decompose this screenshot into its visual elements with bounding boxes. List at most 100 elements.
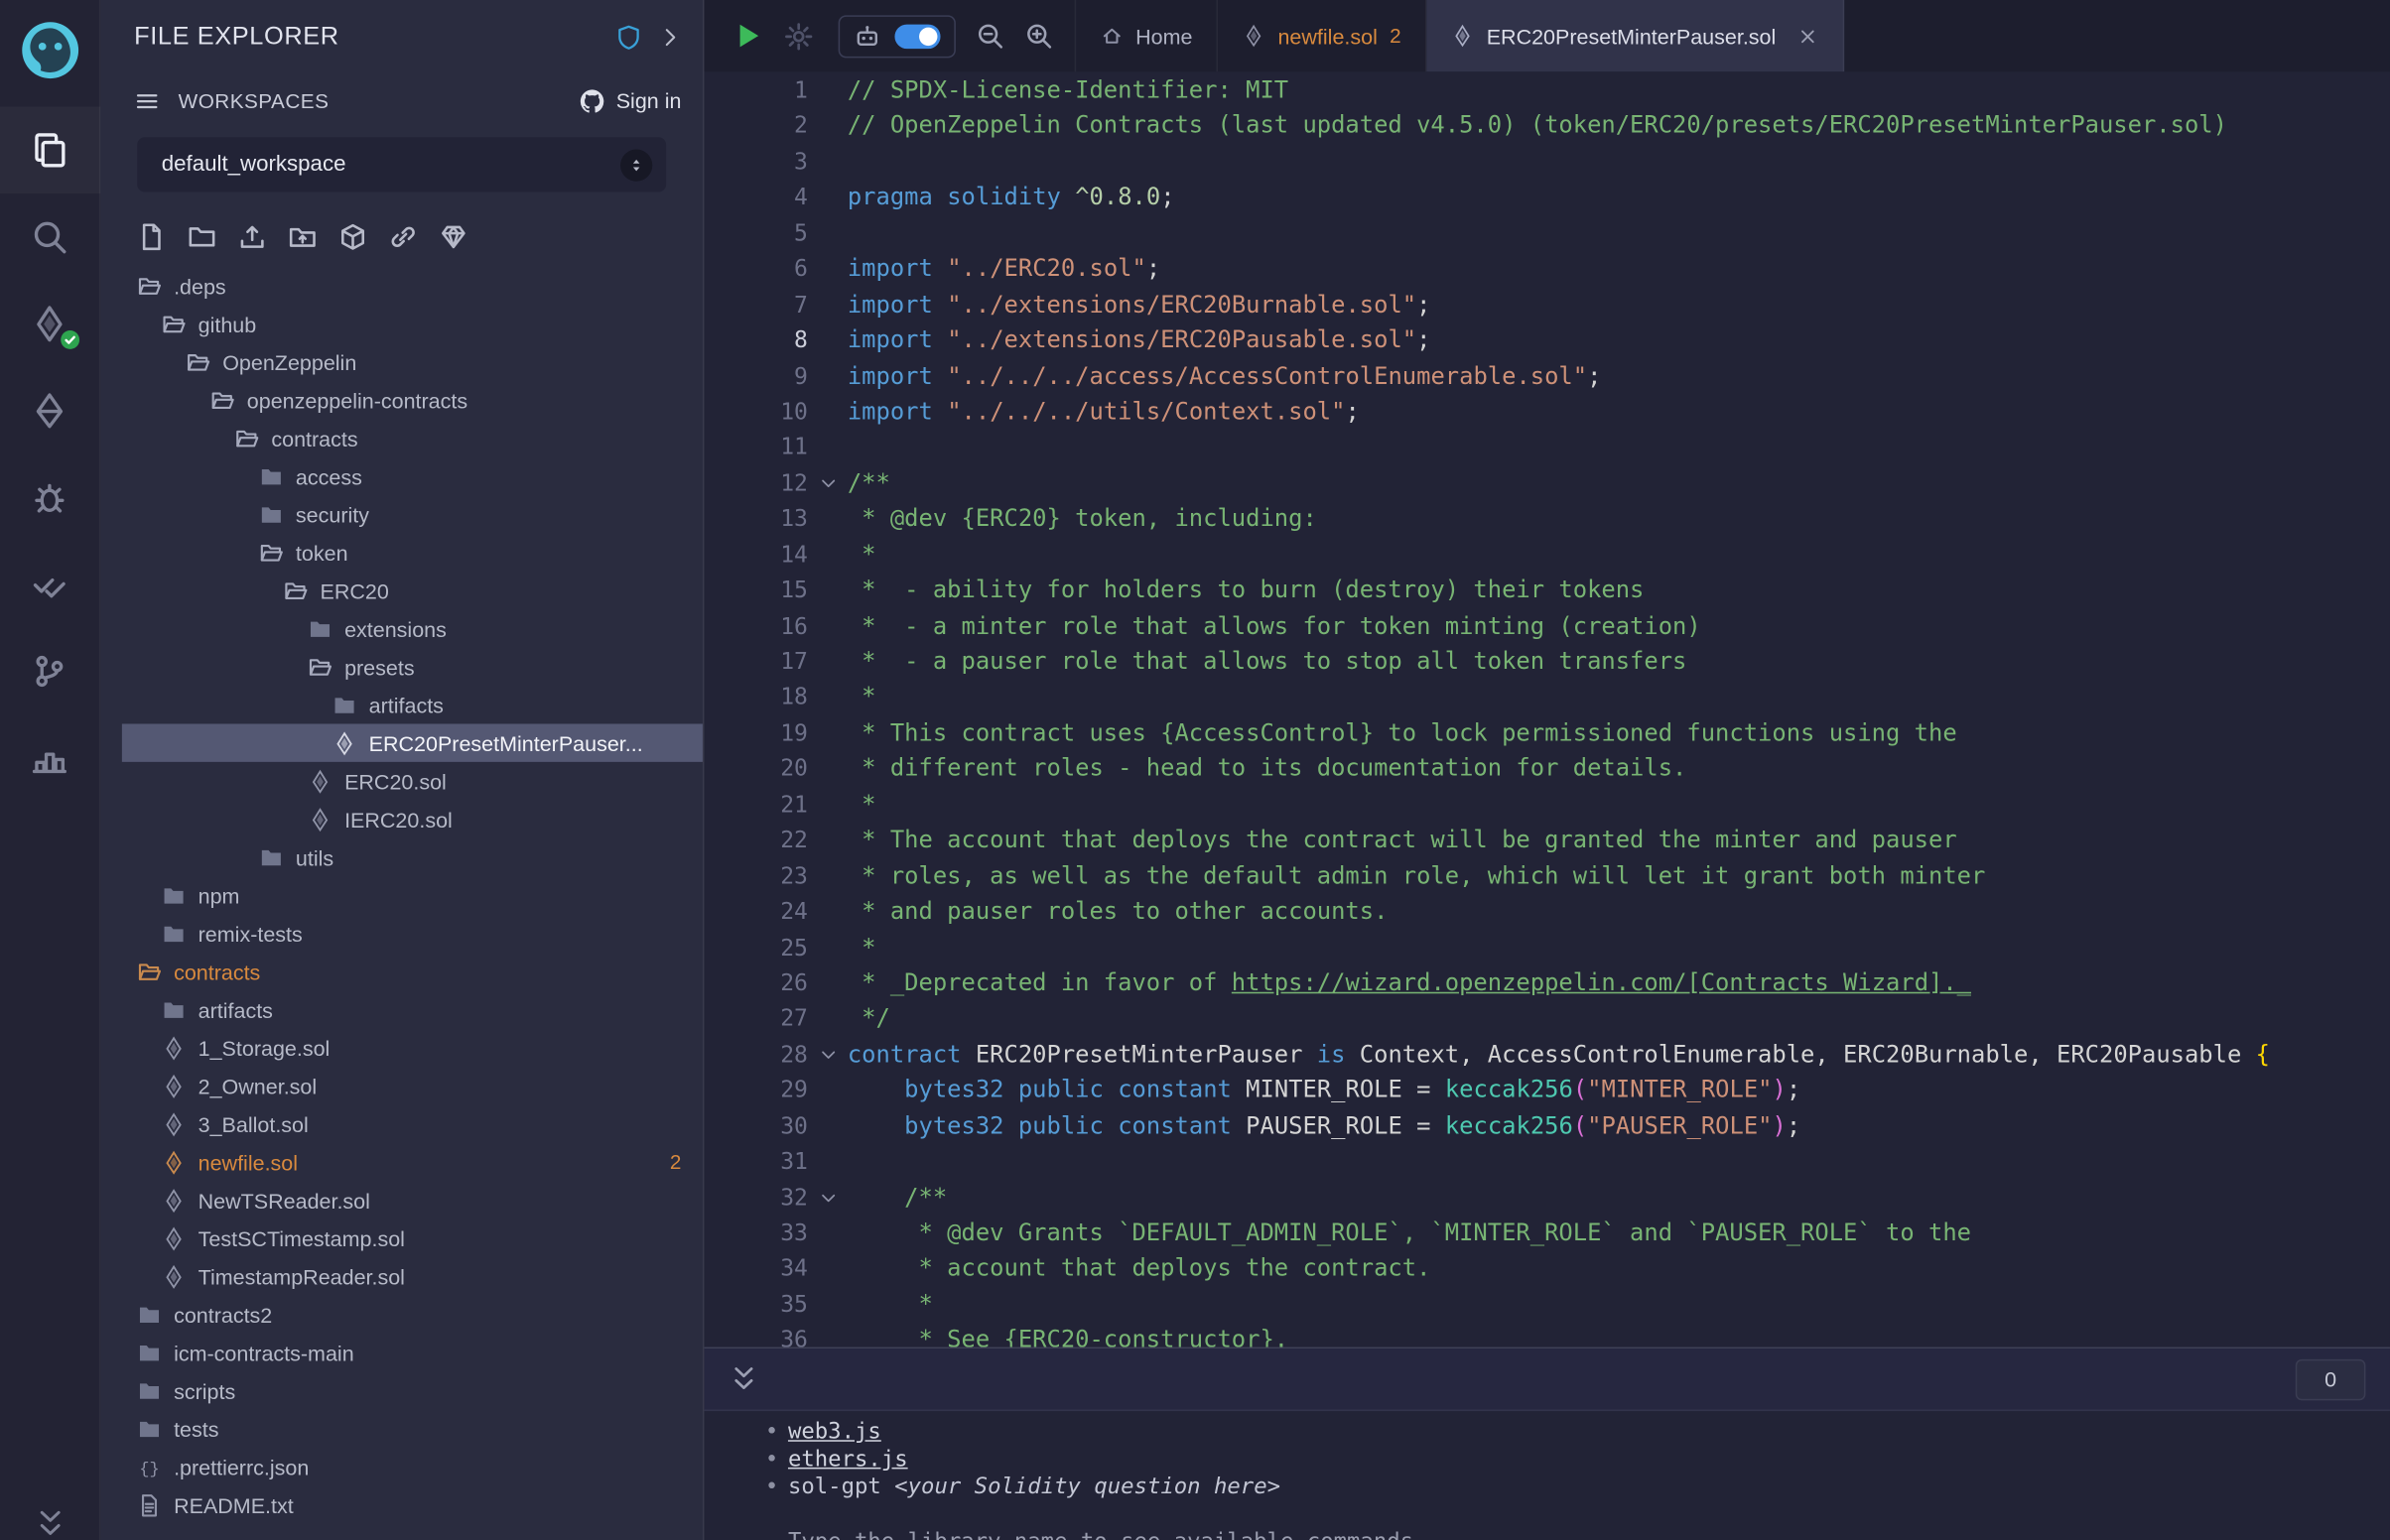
tree-item-security[interactable]: security [122, 495, 703, 533]
tree-item-timestampreader-sol[interactable]: TimestampReader.sol [122, 1257, 703, 1295]
tree-item-access[interactable]: access [122, 457, 703, 495]
code-line-12[interactable]: 12/** [704, 466, 2389, 502]
fold-chevron-icon[interactable] [808, 1181, 848, 1217]
code-line-29[interactable]: 29 bytes32 public constant MINTER_ROLE =… [704, 1074, 2389, 1109]
zoom-out-icon[interactable] [976, 21, 1004, 50]
box-button[interactable] [338, 222, 367, 251]
code-editor[interactable]: 1// SPDX-License-Identifier: MIT2// Open… [704, 71, 2389, 1347]
code-line-8[interactable]: 8import "../extensions/ERC20Pausable.sol… [704, 323, 2389, 359]
code-line-31[interactable]: 31 [704, 1145, 2389, 1181]
ai-copilot-toggle[interactable] [894, 24, 940, 49]
close-tab-icon[interactable] [1797, 25, 1818, 46]
code-line-34[interactable]: 34 * account that deploys the contract. [704, 1251, 2389, 1287]
code-line-27[interactable]: 27 */ [704, 1002, 2389, 1038]
code-line-14[interactable]: 14 * [704, 538, 2389, 574]
code-line-32[interactable]: 32 /** [704, 1181, 2389, 1217]
icon-bar-solidity-unit-testing[interactable] [0, 541, 100, 628]
code-line-3[interactable]: 3 [704, 145, 2389, 181]
upload-file-button[interactable] [238, 222, 267, 251]
code-line-26[interactable]: 26 * _Deprecated in favor of https://wiz… [704, 966, 2389, 1002]
run-script-button[interactable] [731, 20, 763, 52]
tree-item-erc20presetminterpauser[interactable]: ERC20PresetMinterPauser... [122, 723, 703, 761]
icon-bar-search[interactable] [0, 193, 100, 281]
code-line-21[interactable]: 21 * [704, 788, 2389, 824]
fold-chevron-icon[interactable] [808, 466, 848, 502]
tree-item-1-storage-sol[interactable]: 1_Storage.sol [122, 1029, 703, 1067]
script-config-gear-icon[interactable] [783, 21, 814, 52]
code-line-24[interactable]: 24 * and pauser roles to other accounts. [704, 895, 2389, 931]
code-line-18[interactable]: 18 * [704, 681, 2389, 716]
tree-item-testsctimestamp-sol[interactable]: TestSCTimestamp.sol [122, 1219, 703, 1257]
tree-item-presets[interactable]: presets [122, 648, 703, 686]
remix-logo[interactable] [19, 20, 79, 80]
new-file-button[interactable] [137, 222, 166, 251]
code-line-6[interactable]: 6import "../ERC20.sol"; [704, 252, 2389, 288]
tab-home[interactable]: Home [1076, 0, 1218, 71]
tree-item-artifacts[interactable]: artifacts [122, 990, 703, 1028]
code-line-33[interactable]: 33 * @dev Grants `DEFAULT_ADMIN_ROLE`, `… [704, 1216, 2389, 1251]
tree-item-artifacts[interactable]: artifacts [122, 686, 703, 723]
code-line-9[interactable]: 9import "../../../access/AccessControlEn… [704, 359, 2389, 395]
new-folder-button[interactable] [188, 222, 216, 251]
icon-bar-solidity-compiler[interactable] [0, 281, 100, 368]
workspace-select[interactable]: default_workspace [137, 137, 666, 192]
tree-item-newfile-sol[interactable]: newfile.sol2 [122, 1143, 703, 1181]
tree-item-remix-tests[interactable]: remix-tests [122, 914, 703, 952]
fold-chevron-icon[interactable] [808, 1038, 848, 1074]
code-line-13[interactable]: 13 * @dev {ERC20} token, including: [704, 502, 2389, 538]
code-line-7[interactable]: 7import "../extensions/ERC20Burnable.sol… [704, 288, 2389, 323]
code-line-1[interactable]: 1// SPDX-License-Identifier: MIT [704, 73, 2389, 109]
tree-item-icm-contracts-main[interactable]: icm-contracts-main [122, 1334, 703, 1371]
transaction-count-badge[interactable]: 0 [2296, 1358, 2366, 1399]
icon-bar-file-explorer[interactable] [0, 106, 100, 193]
tree-item-erc20-sol[interactable]: ERC20.sol [122, 762, 703, 800]
code-line-5[interactable]: 5 [704, 216, 2389, 252]
code-line-2[interactable]: 2// OpenZeppelin Contracts (last updated… [704, 109, 2389, 145]
terminal-link[interactable]: ethers.js [788, 1446, 908, 1474]
hamburger-menu-icon[interactable] [134, 87, 160, 113]
code-line-16[interactable]: 16 * - a minter role that allows for tok… [704, 609, 2389, 645]
tree-item-scripts[interactable]: scripts [122, 1371, 703, 1409]
code-line-20[interactable]: 20 * different roles - head to its docum… [704, 752, 2389, 788]
tree-item-erc20[interactable]: ERC20 [122, 572, 703, 609]
code-line-30[interactable]: 30 bytes32 public constant PAUSER_ROLE =… [704, 1109, 2389, 1145]
terminal-output[interactable]: •web3.js•ethers.js•sol-gpt <your Solidit… [704, 1411, 2389, 1540]
terminal-link[interactable]: web3.js [788, 1419, 881, 1447]
tab-erc20presetminterpauser-sol[interactable]: ERC20PresetMinterPauser.sol [1427, 0, 1845, 71]
icon-bar-plugin-manager[interactable] [0, 714, 100, 802]
gem-button[interactable] [439, 222, 467, 251]
code-line-23[interactable]: 23 * roles, as well as the default admin… [704, 859, 2389, 895]
tree-item-contracts[interactable]: contracts [122, 419, 703, 456]
tree-item-tests[interactable]: tests [122, 1410, 703, 1448]
tree-item-2-owner-sol[interactable]: 2_Owner.sol [122, 1067, 703, 1104]
sign-in-button[interactable]: Sign in [580, 87, 682, 113]
tree-item-newtsreader-sol[interactable]: NewTSReader.sol [122, 1181, 703, 1219]
tree-item-openzeppelin-contracts[interactable]: openzeppelin-contracts [122, 381, 703, 419]
tree-item-npm[interactable]: npm [122, 876, 703, 914]
icon-bar-git[interactable] [0, 628, 100, 715]
code-line-35[interactable]: 35 * [704, 1287, 2389, 1323]
tree-item-3-ballot-sol[interactable]: 3_Ballot.sol [122, 1104, 703, 1142]
zoom-in-icon[interactable] [1024, 21, 1053, 50]
tree-item-prettierrc-json[interactable]: {}.prettierrc.json [122, 1448, 703, 1485]
code-line-25[interactable]: 25 * [704, 931, 2389, 966]
link-button[interactable] [389, 222, 418, 251]
code-line-36[interactable]: 36 * See {ERC20-constructor}. [704, 1323, 2389, 1347]
tree-item-extensions[interactable]: extensions [122, 609, 703, 647]
code-line-17[interactable]: 17 * - a pauser role that allows to stop… [704, 645, 2389, 681]
code-line-4[interactable]: 4pragma solidity ^0.8.0; [704, 181, 2389, 216]
tree-item-deps[interactable]: .deps [122, 267, 703, 305]
collapse-terminal-icon[interactable] [729, 1363, 759, 1394]
tree-item-openzeppelin[interactable]: OpenZeppelin [122, 343, 703, 381]
tree-item-token[interactable]: token [122, 533, 703, 571]
tree-item-readme-txt[interactable]: README.txt [122, 1485, 703, 1523]
code-line-22[interactable]: 22 * The account that deploys the contra… [704, 824, 2389, 859]
code-line-28[interactable]: 28contract ERC20PresetMinterPauser is Co… [704, 1038, 2389, 1074]
icon-bar-overflow[interactable] [0, 1507, 100, 1540]
code-line-10[interactable]: 10import "../../../utils/Context.sol"; [704, 395, 2389, 431]
workspace-switch-icon[interactable] [620, 149, 652, 181]
icon-bar-debugger[interactable] [0, 454, 100, 542]
upload-folder-button[interactable] [288, 222, 317, 251]
icon-bar-deploy-and-run[interactable] [0, 367, 100, 454]
tab-newfile-sol[interactable]: newfile.sol2 [1219, 0, 1427, 71]
